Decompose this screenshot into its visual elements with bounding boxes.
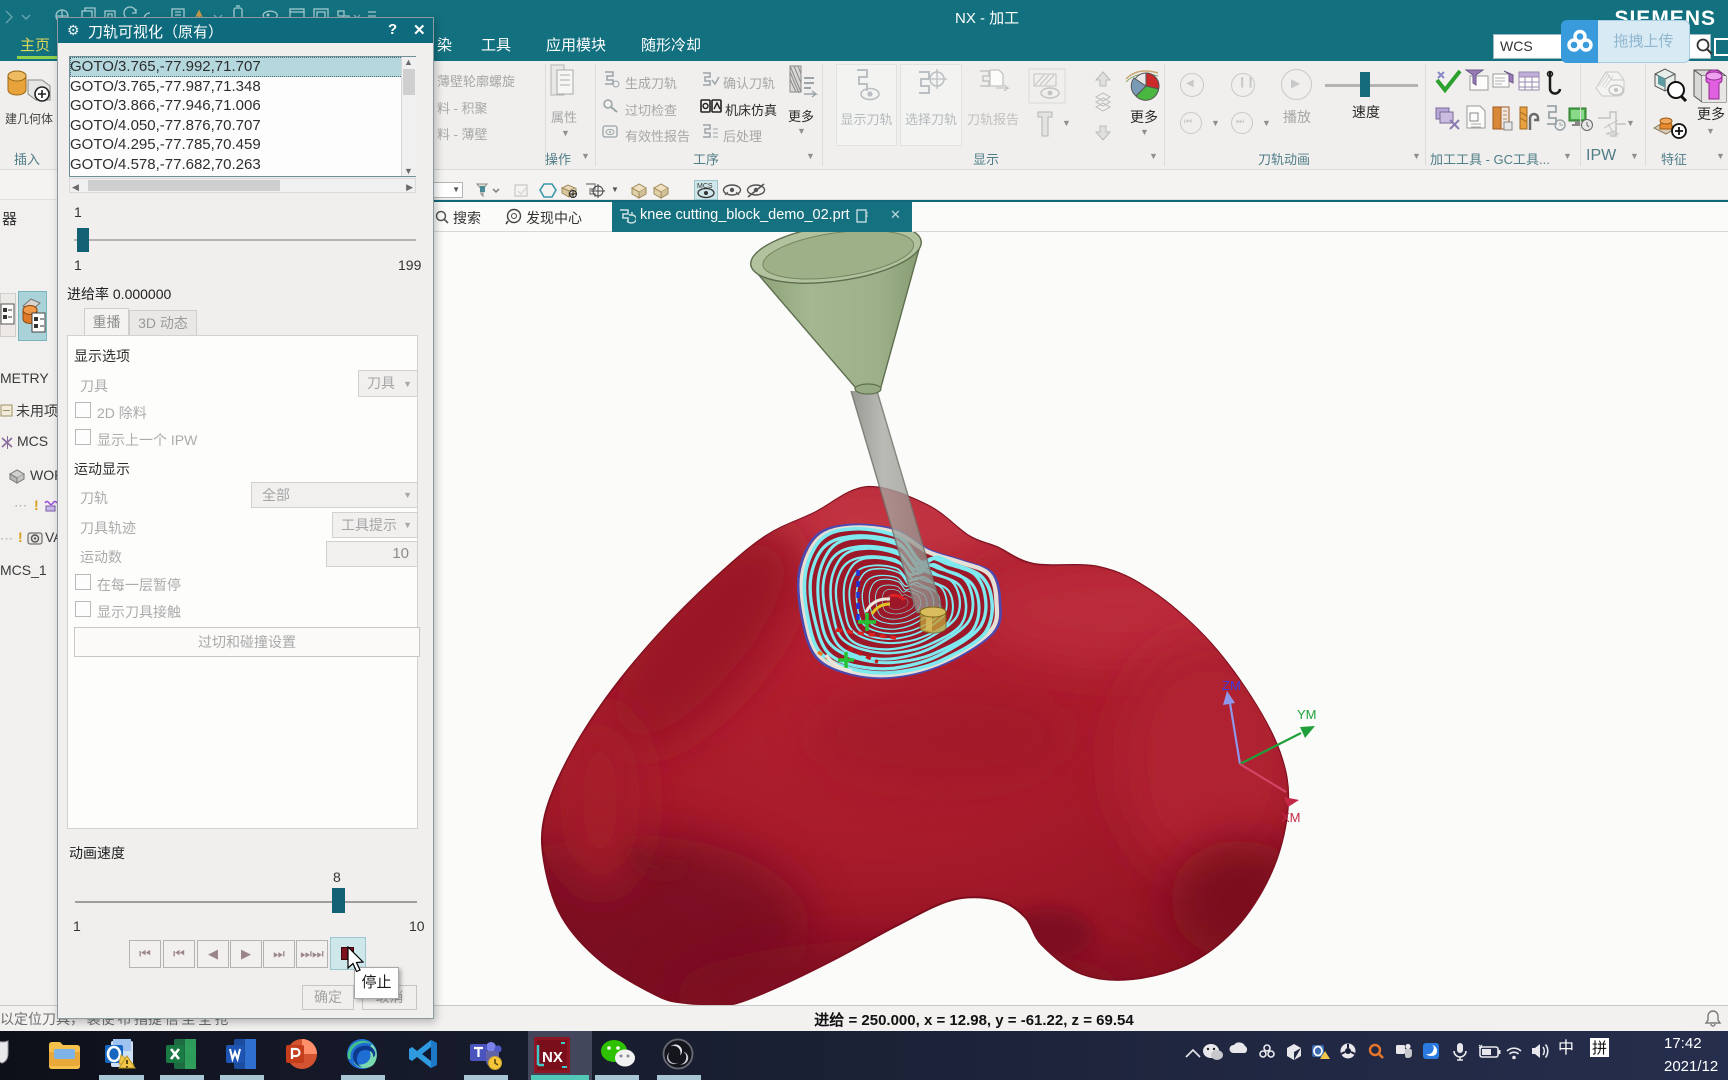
- svg-text:ZM: ZM: [1222, 678, 1241, 693]
- svg-text:17:42: 17:42: [1664, 1035, 1702, 1052]
- svg-text:XM: XM: [1281, 810, 1301, 825]
- svg-text:拼: 拼: [1592, 1040, 1607, 1057]
- svg-text:中: 中: [1558, 1039, 1574, 1057]
- svg-text:YM: YM: [1297, 707, 1317, 722]
- svg-text:2021/12: 2021/12: [1664, 1058, 1718, 1075]
- svg-text:NX: NX: [542, 1049, 563, 1066]
